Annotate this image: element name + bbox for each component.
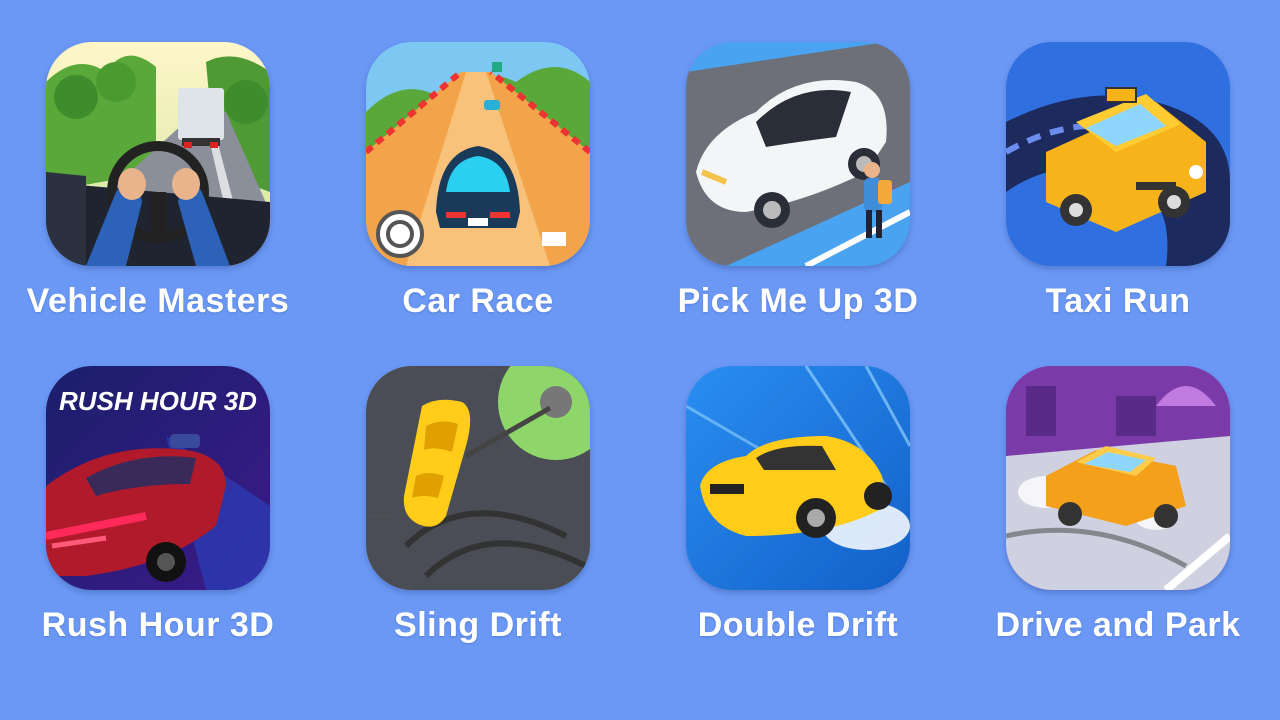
game-title: Car Race [402,282,554,320]
sling-car-icon[interactable] [366,366,590,590]
neon-car-icon[interactable]: RUSH HOUR 3D [46,366,270,590]
white-sedan-icon[interactable] [686,42,910,266]
taxi-icon[interactable] [1006,42,1230,266]
orange-car-icon[interactable] [1006,366,1230,590]
race-car-icon[interactable] [366,42,590,266]
game-tile-double-drift[interactable]: Double Drift [646,366,946,656]
game-tile-sling-drift[interactable]: Sling Drift [326,366,626,656]
game-title: Double Drift [697,606,899,644]
game-tile-taxi-run[interactable]: Taxi Run [966,42,1266,332]
yellow-muscle-car-icon[interactable] [686,366,910,590]
game-title: Sling Drift [394,606,562,644]
game-tile-vehicle-masters[interactable]: Vehicle Masters [6,42,306,332]
game-tile-car-race[interactable]: Car Race [326,42,626,332]
game-tile-pick-me-up-3d[interactable]: Pick Me Up 3D [646,42,946,332]
rush-hour-logo: RUSH HOUR 3D [59,386,257,416]
steering-wheel-icon[interactable] [46,42,270,266]
game-title: Drive and Park [995,606,1241,644]
game-title: Rush Hour 3D [41,606,275,644]
game-tile-rush-hour-3d[interactable]: RUSH HOUR 3D Rush Hour 3D [6,366,306,656]
game-title: Vehicle Masters [26,282,290,320]
game-title: Pick Me Up 3D [677,282,919,320]
game-grid: Vehicle Masters Car Race Pick Me Up 3D T… [0,0,1280,720]
game-tile-drive-and-park[interactable]: Drive and Park [966,366,1266,656]
game-title: Taxi Run [1045,282,1191,320]
